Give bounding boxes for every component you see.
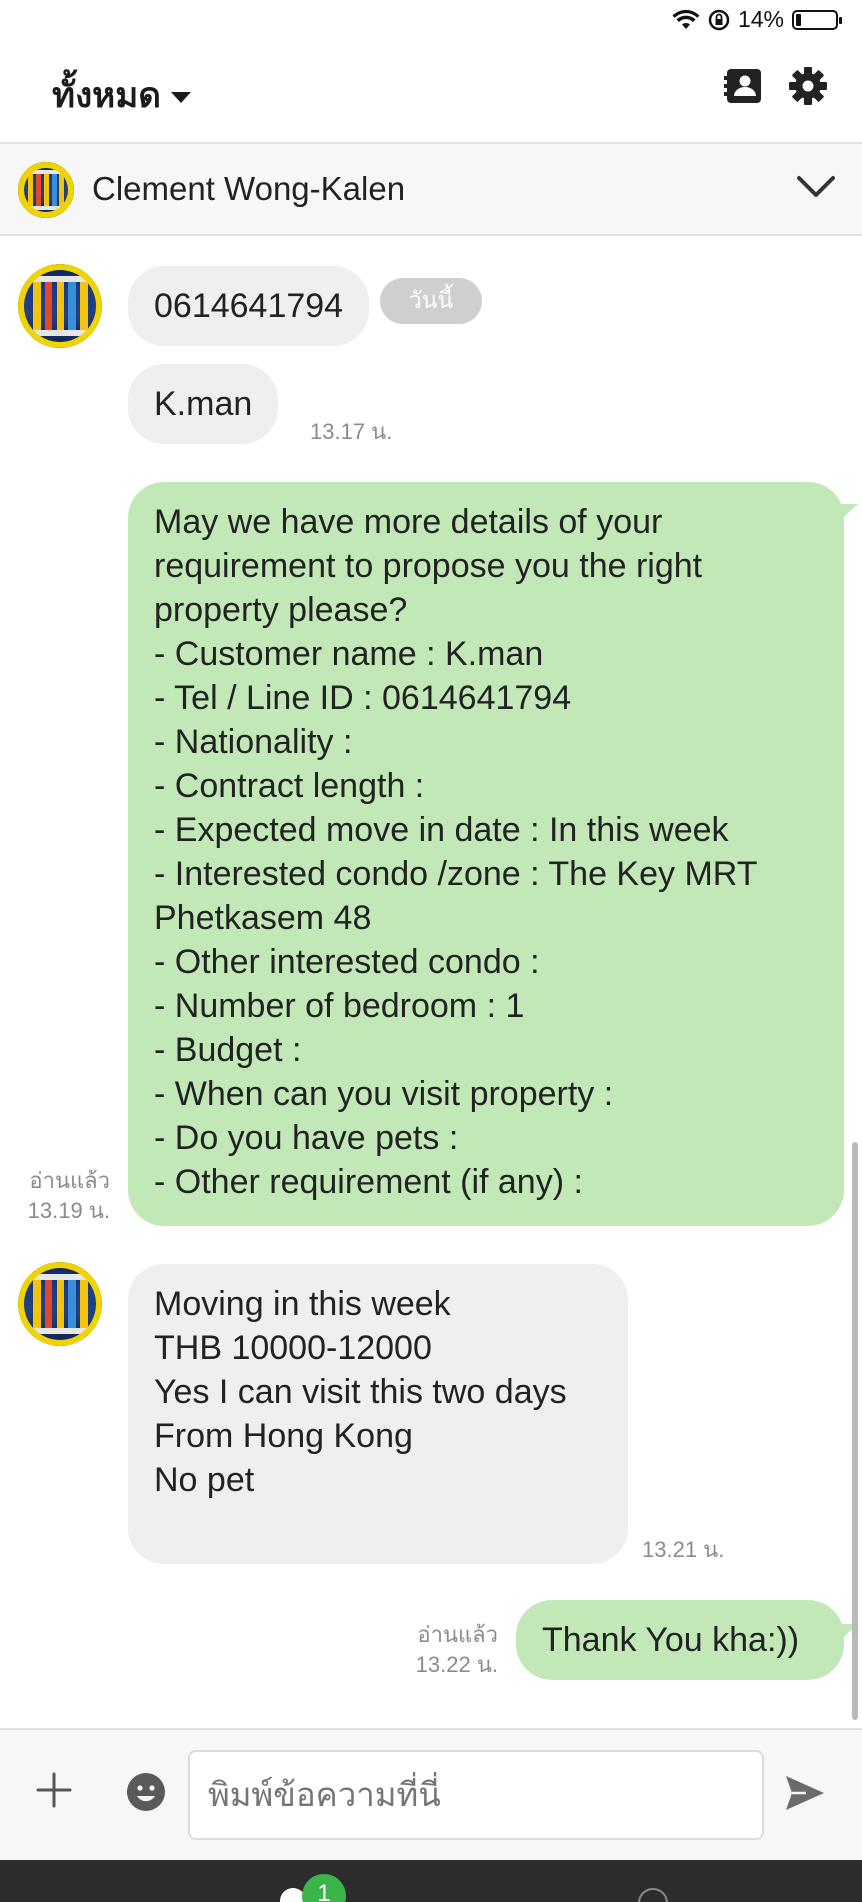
message-time: 13.22 น. — [415, 1652, 498, 1677]
message-bubble[interactable]: 0614641794 — [128, 266, 370, 346]
wifi-icon — [672, 9, 700, 29]
chat-contact-bar[interactable]: Clement Wong-Kalen — [0, 144, 862, 236]
message-bubble[interactable]: Moving in this week THB 10000-12000 Yes … — [128, 1264, 628, 1564]
message-status: อ่านแล้ว 13.19 น. — [14, 1166, 110, 1226]
chevron-down-icon[interactable] — [796, 174, 836, 200]
plus-icon[interactable] — [36, 1772, 72, 1808]
message-time: 13.21 น. — [642, 1537, 725, 1562]
status-indicators: 14% — [672, 6, 842, 33]
message-input[interactable] — [188, 1750, 764, 1840]
date-badge: วันนี้ — [380, 278, 482, 324]
message-bubble[interactable]: K.man — [128, 364, 279, 444]
rotation-lock-icon — [708, 9, 730, 30]
filter-dropdown[interactable]: ทั้งหมด — [52, 68, 192, 123]
read-label: อ่านแล้ว — [29, 1168, 110, 1193]
contact-name: Clement Wong-Kalen — [92, 170, 406, 207]
app-header: ทั้งหมด — [0, 38, 862, 144]
battery-percent: 14% — [737, 6, 784, 32]
read-label: อ่านแล้ว — [417, 1622, 498, 1647]
filter-label: ทั้งหมด — [52, 76, 162, 115]
emoji-icon[interactable] — [126, 1772, 166, 1812]
bottom-nav: 1 — [0, 1860, 862, 1902]
contact-avatar — [18, 162, 74, 218]
send-icon[interactable] — [784, 1774, 826, 1812]
message-time: 13.19 น. — [27, 1198, 110, 1223]
scrollbar[interactable] — [852, 1142, 858, 1720]
message-bubble[interactable]: Thank You kha:)) — [516, 1600, 844, 1680]
gear-icon[interactable] — [788, 66, 828, 106]
contact-avatar[interactable] — [18, 1262, 102, 1346]
status-bar: 14% — [0, 0, 862, 38]
contacts-icon[interactable] — [724, 66, 764, 106]
unread-badge: 1 — [302, 1874, 346, 1902]
caret-down-icon — [171, 92, 192, 103]
message-composer — [0, 1728, 862, 1860]
message-time: 13.17 น. — [310, 419, 393, 444]
bubble-tail — [838, 504, 858, 522]
message-bubble[interactable]: May we have more details of your require… — [128, 482, 844, 1226]
nav-tab-icon[interactable] — [638, 1888, 668, 1902]
message-status: อ่านแล้ว 13.22 น. — [388, 1620, 498, 1680]
contact-avatar[interactable] — [18, 264, 102, 348]
battery-icon — [792, 9, 842, 30]
